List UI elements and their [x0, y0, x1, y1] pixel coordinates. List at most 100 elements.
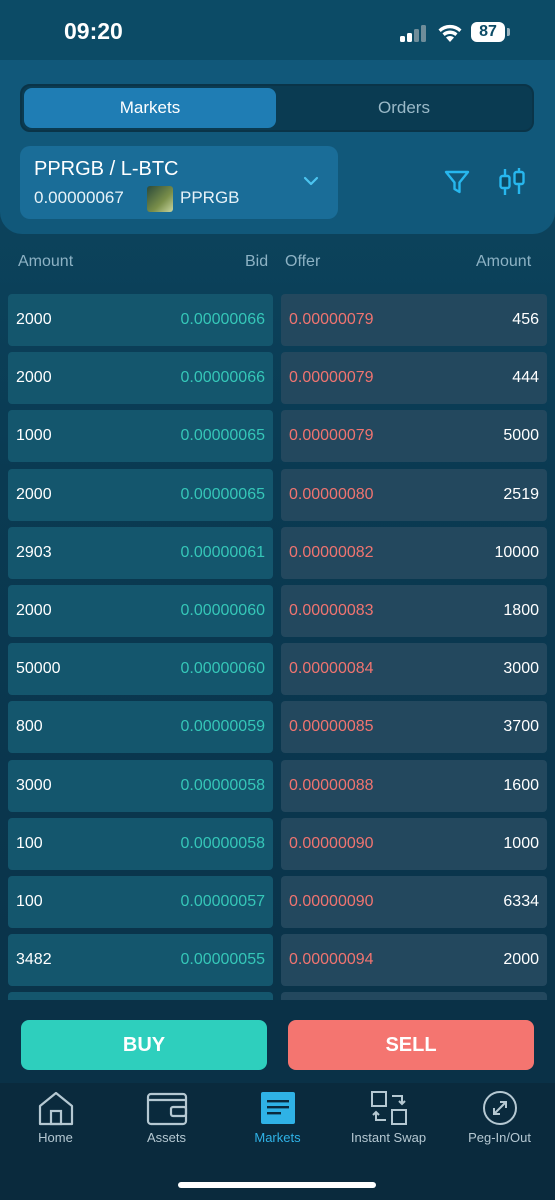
- offer-row[interactable]: 0.00000088 1600: [281, 760, 547, 812]
- offer-row[interactable]: 0.00000080 2519: [281, 469, 547, 521]
- tab-markets-nav[interactable]: Markets: [222, 1090, 333, 1154]
- tab-markets-label: Markets: [254, 1130, 301, 1145]
- offer-row[interactable]: 0.00000079 5000: [281, 410, 547, 462]
- offer-row[interactable]: 0.00000082 10000: [281, 527, 547, 579]
- bid-amount: 3000: [16, 777, 52, 794]
- sell-button[interactable]: SELL: [288, 1020, 534, 1070]
- bid-price: 0.00000065: [180, 486, 265, 503]
- bid-amount: 1000: [16, 427, 52, 444]
- bid-amount-header: Amount: [18, 253, 74, 270]
- offer-price: 0.00000085: [289, 718, 374, 735]
- offer-row[interactable]: 0.00000084 3000: [281, 643, 547, 695]
- buy-button[interactable]: BUY: [21, 1020, 267, 1070]
- wallet-icon: [146, 1092, 187, 1126]
- bid-amount: 2903: [16, 544, 52, 561]
- bid-amount: 100: [16, 893, 43, 910]
- bid-row[interactable]: 100 0.00000058: [8, 818, 273, 870]
- offer-price: 0.00000090: [289, 835, 374, 852]
- swap-icon: [370, 1091, 407, 1125]
- offer-price: 0.00000084: [289, 660, 374, 677]
- bid-price: 0.00000059: [180, 718, 265, 735]
- tab-instant-swap-label: Instant Swap: [350, 1130, 427, 1145]
- status-bar: 09:20 87: [0, 0, 555, 62]
- offer-price: 0.00000079: [289, 311, 374, 328]
- offer-amount: 456: [512, 311, 539, 328]
- bid-amount: 2000: [16, 311, 52, 328]
- offer-amount: 3700: [503, 718, 539, 735]
- bid-price: 0.00000058: [180, 835, 265, 852]
- offer-row[interactable]: 0.00000090 1000: [281, 818, 547, 870]
- tab-orders[interactable]: Orders: [278, 88, 530, 128]
- wifi-icon: [438, 24, 462, 42]
- offer-row[interactable]: 0.00000085 3700: [281, 701, 547, 753]
- bid-row[interactable]: 2000 0.00000066: [8, 352, 273, 404]
- bid-row[interactable]: 2000 0.00000066: [8, 294, 273, 346]
- bid-price: 0.00000066: [180, 369, 265, 386]
- offer-amount: 1800: [503, 602, 539, 619]
- tab-peg-in-out[interactable]: Peg-In/Out: [444, 1090, 555, 1154]
- bid-amount: 2000: [16, 602, 52, 619]
- signal-icon: [400, 25, 426, 42]
- bid-price: 0.00000060: [180, 660, 265, 677]
- offer-amount: 2519: [503, 486, 539, 503]
- tab-assets-label: Assets: [146, 1130, 186, 1145]
- tab-assets[interactable]: Assets: [111, 1090, 222, 1154]
- offer-amount-header: Amount: [476, 253, 532, 270]
- tab-peg-in-out-label: Peg-In/Out: [468, 1130, 531, 1145]
- bid-price: 0.00000066: [180, 311, 265, 328]
- offer-price: 0.00000090: [289, 893, 374, 910]
- bid-amount: 100: [16, 835, 43, 852]
- bid-row[interactable]: 2000 0.00000065: [8, 469, 273, 521]
- bid-row[interactable]: 50000 0.00000060: [8, 643, 273, 695]
- bid-row[interactable]: 2000 0.00000060: [8, 585, 273, 637]
- status-time: 09:20: [64, 18, 123, 44]
- bid-row[interactable]: 100 0.00000057: [8, 876, 273, 928]
- offer-row[interactable]: 0.00000094 2000: [281, 934, 547, 986]
- pair-title: PPRGB / L-BTC: [34, 158, 179, 180]
- offer-amount: 10000: [494, 544, 540, 561]
- battery-indicator: 87: [471, 22, 505, 42]
- offer-amount: 1000: [503, 835, 539, 852]
- offer-row[interactable]: 0.00000083 1800: [281, 585, 547, 637]
- offer-amount: 6334: [503, 893, 539, 910]
- bid-amount: 2000: [16, 369, 52, 386]
- offer-amount: 2000: [503, 951, 539, 968]
- candlestick-chart-icon[interactable]: [496, 166, 528, 198]
- offer-row[interactable]: 0.00000079 444: [281, 352, 547, 404]
- bid-price: 0.00000065: [180, 427, 265, 444]
- filter-icon[interactable]: [443, 168, 471, 196]
- tab-home-label: Home: [38, 1130, 73, 1145]
- offer-header: Offer: [285, 253, 321, 270]
- bid-row[interactable]: 1000 0.00000065: [8, 410, 273, 462]
- bid-row[interactable]: 3482 0.00000055: [8, 934, 273, 986]
- offer-price: 0.00000080: [289, 486, 374, 503]
- bid-price: 0.00000061: [180, 544, 265, 561]
- offer-amount: 3000: [503, 660, 539, 677]
- bid-price: 0.00000057: [180, 893, 265, 910]
- home-indicator: [178, 1182, 376, 1188]
- offer-price: 0.00000088: [289, 777, 374, 794]
- bid-price: 0.00000055: [180, 951, 265, 968]
- offer-amount: 444: [512, 369, 539, 386]
- offer-row[interactable]: 0.00000090 6334: [281, 876, 547, 928]
- bid-price: 0.00000058: [180, 777, 265, 794]
- segmented-control: Markets Orders: [20, 84, 534, 132]
- asset-name: PPRGB: [180, 188, 240, 207]
- bid-row[interactable]: 2903 0.00000061: [8, 527, 273, 579]
- tab-home[interactable]: Home: [0, 1090, 111, 1154]
- offer-amount: 1600: [503, 777, 539, 794]
- offer-price: 0.00000079: [289, 427, 374, 444]
- bid-row[interactable]: 800 0.00000059: [8, 701, 273, 753]
- offer-row[interactable]: 0.00000079 456: [281, 294, 547, 346]
- tab-markets[interactable]: Markets: [24, 88, 276, 128]
- home-icon: [38, 1091, 73, 1126]
- tab-instant-swap[interactable]: Instant Swap: [333, 1090, 444, 1154]
- bid-row[interactable]: 3000 0.00000058: [8, 760, 273, 812]
- bid-amount: 50000: [16, 660, 61, 677]
- pair-selector[interactable]: PPRGB / L-BTC 0.00000067 PPRGB: [20, 146, 338, 219]
- markets-icon: [260, 1092, 295, 1124]
- bid-amount: 3482: [16, 951, 52, 968]
- bid-header: Bid: [245, 253, 269, 270]
- pair-price: 0.00000067: [34, 188, 124, 207]
- peg-icon: [482, 1091, 517, 1125]
